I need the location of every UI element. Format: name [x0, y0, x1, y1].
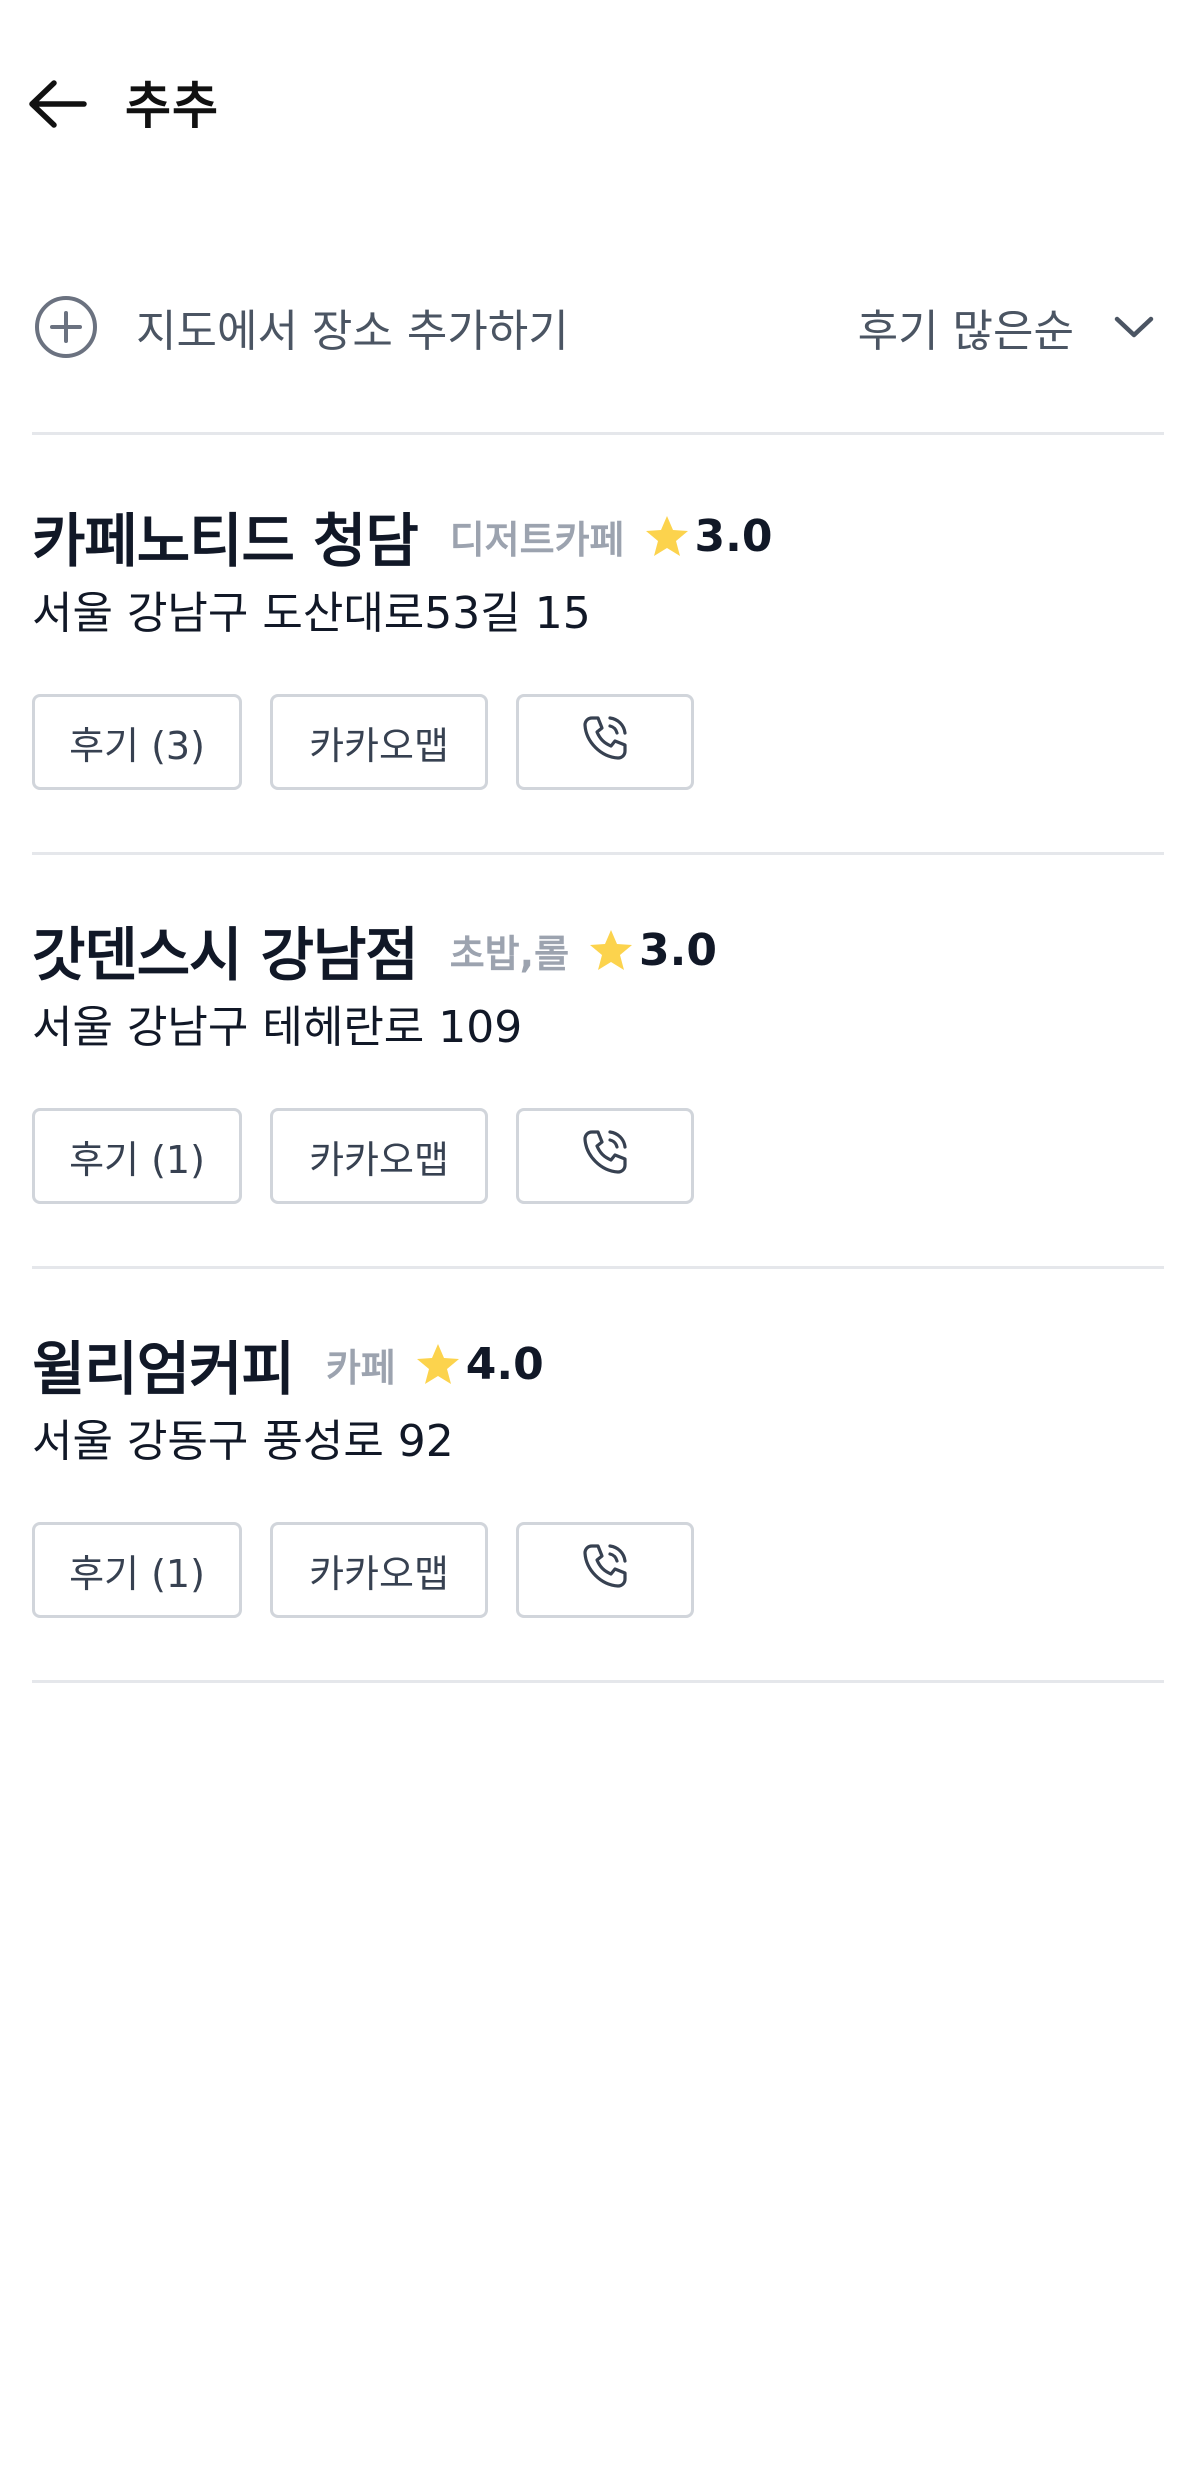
chevron-down-icon: [1108, 301, 1160, 353]
phone-icon: [578, 1125, 632, 1188]
kakao-map-button[interactable]: 카카오맵: [270, 694, 488, 790]
add-place-from-map-button[interactable]: 지도에서 장소 추가하기: [30, 282, 569, 372]
phone-icon: [578, 711, 632, 774]
divider: [32, 432, 1164, 435]
reviews-button[interactable]: 후기 (3): [32, 694, 242, 790]
plus-circle-icon: [30, 291, 102, 363]
place-actions: 후기 (1) 카카오맵: [32, 1522, 694, 1622]
list-toolbar: 지도에서 장소 추가하기 후기 많은순: [30, 282, 1160, 372]
place-address: 서울 강남구 도산대로53길 15: [32, 588, 591, 639]
header: 추추: [0, 0, 1200, 210]
reviews-button[interactable]: 후기 (1): [32, 1522, 242, 1618]
place-rating: 3.0: [694, 510, 773, 562]
place-name[interactable]: 갓덴스시 강남점: [32, 908, 419, 992]
star-icon: [643, 512, 691, 560]
arrow-left-icon: [28, 79, 88, 133]
place-category: 디저트카페: [449, 517, 625, 562]
place-category: 초밥,롤: [449, 931, 570, 976]
sort-dropdown[interactable]: 후기 많은순: [858, 282, 1160, 372]
back-button[interactable]: [22, 70, 94, 142]
place-header: 카페노티드 청담 디저트카페 3.0: [32, 496, 772, 576]
place-item[interactable]: 갓덴스시 강남점 초밥,롤 3.0 서울 강남구 테헤란로 109 후기 (1)…: [32, 910, 1164, 1320]
place-actions: 후기 (1) 카카오맵: [32, 1108, 694, 1208]
place-item[interactable]: 윌리엄커피 카페 4.0 서울 강동구 풍성로 92 후기 (1) 카카오맵: [32, 1324, 1164, 1734]
reviews-button[interactable]: 후기 (1): [32, 1108, 242, 1204]
kakao-map-button[interactable]: 카카오맵: [270, 1522, 488, 1618]
divider: [32, 852, 1164, 855]
place-rating: 3.0: [639, 924, 717, 976]
call-button[interactable]: [516, 1522, 694, 1618]
place-address: 서울 강남구 테헤란로 109: [32, 1002, 523, 1053]
place-category: 카페: [325, 1345, 396, 1390]
kakao-map-button[interactable]: 카카오맵: [270, 1108, 488, 1204]
place-header: 갓덴스시 강남점 초밥,롤 3.0: [32, 910, 717, 990]
place-actions: 후기 (3) 카카오맵: [32, 694, 694, 794]
place-header: 윌리엄커피 카페 4.0: [32, 1324, 544, 1404]
place-item[interactable]: 카페노티드 청담 디저트카페 3.0 서울 강남구 도산대로53길 15 후기 …: [32, 496, 1164, 906]
sort-label: 후기 많은순: [857, 306, 1074, 357]
divider: [32, 1680, 1164, 1683]
add-place-label: 지도에서 장소 추가하기: [136, 306, 569, 357]
call-button[interactable]: [516, 1108, 694, 1204]
place-address: 서울 강동구 풍성로 92: [32, 1416, 454, 1467]
phone-icon: [578, 1539, 632, 1602]
call-button[interactable]: [516, 694, 694, 790]
place-name[interactable]: 윌리엄커피: [32, 1322, 295, 1406]
page-title: 추추: [125, 77, 219, 135]
place-name[interactable]: 카페노티드 청담: [32, 494, 419, 578]
divider: [32, 1266, 1164, 1269]
star-icon: [587, 926, 635, 974]
place-rating: 4.0: [465, 1338, 544, 1390]
star-icon: [414, 1340, 462, 1388]
